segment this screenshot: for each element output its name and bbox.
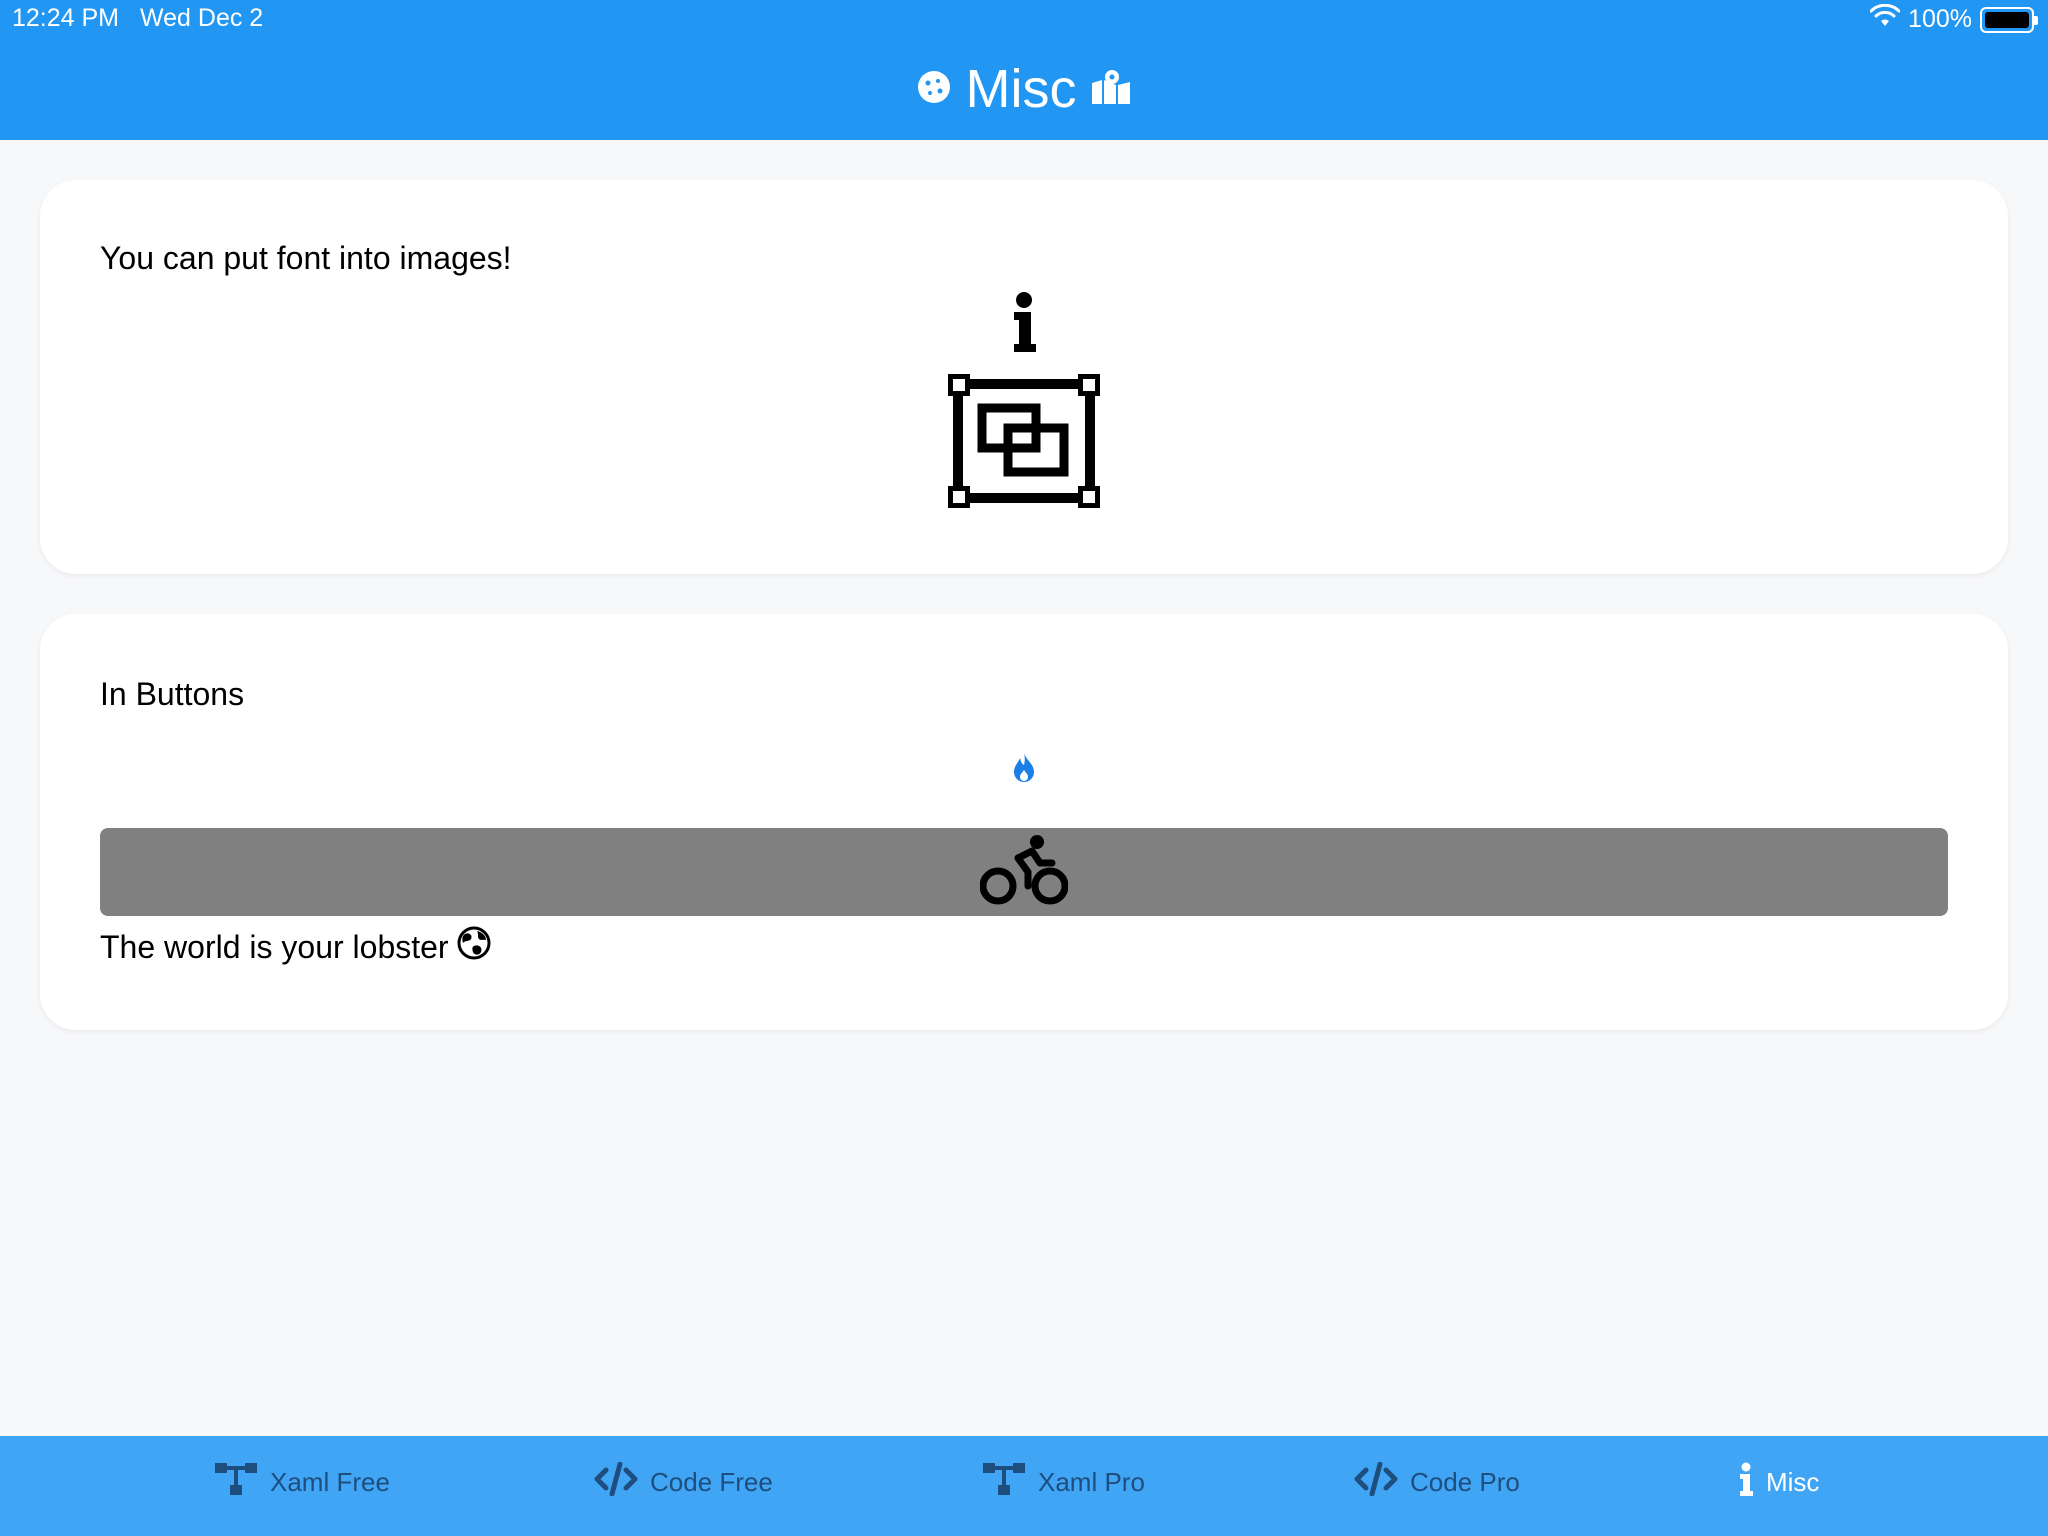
tab-xaml-free[interactable]: Xaml Free xyxy=(214,1462,390,1503)
lobster-text: The world is your lobster xyxy=(100,928,449,965)
bicycle-button[interactable] xyxy=(100,828,1948,916)
tab-code-free[interactable]: Code Free xyxy=(594,1461,773,1503)
globe-icon xyxy=(457,926,491,968)
fire-button[interactable] xyxy=(1012,752,1036,789)
cookie-icon xyxy=(916,69,952,110)
status-right: 100% xyxy=(1869,3,2038,35)
code-icon xyxy=(1354,1461,1398,1503)
object-group-image-row xyxy=(40,374,2008,513)
sitemap-icon xyxy=(214,1462,258,1503)
header: 12:24 PM Wed Dec 2 100% Misc xyxy=(0,0,2048,140)
info-icon xyxy=(1738,1462,1754,1503)
tab-label: Xaml Pro xyxy=(1038,1467,1145,1497)
fire-icon xyxy=(1014,753,1034,782)
tab-xaml-pro[interactable]: Xaml Pro xyxy=(982,1462,1145,1503)
images-card-text: You can put font into images! xyxy=(100,240,512,276)
fire-button-row xyxy=(40,752,2008,789)
title-group: Misc xyxy=(0,58,2048,120)
bicycle-icon xyxy=(979,834,1069,911)
code-icon xyxy=(594,1461,638,1503)
info-icon xyxy=(1011,292,1037,359)
status-time: 12:24 PM xyxy=(12,4,120,32)
tab-bar: Xaml Free Code Free Xaml Pro Code Pro Mi… xyxy=(0,1436,2048,1536)
images-card: You can put font into images! xyxy=(40,180,2008,574)
tab-misc[interactable]: Misc xyxy=(1738,1462,1819,1503)
map-marked-icon xyxy=(1090,69,1132,110)
info-image-row xyxy=(40,292,2008,359)
tab-label: Xaml Free xyxy=(270,1467,390,1497)
lobster-line: The world is your lobster xyxy=(100,926,491,968)
page-title: Misc xyxy=(965,59,1077,119)
status-date: Wed Dec 2 xyxy=(140,4,264,32)
battery-percent: 100% xyxy=(1908,5,1972,33)
battery-icon xyxy=(1980,6,2038,33)
tab-label: Code Pro xyxy=(1410,1467,1520,1497)
tab-code-pro[interactable]: Code Pro xyxy=(1354,1461,1520,1503)
tab-label: Code Free xyxy=(650,1467,773,1497)
wifi-icon xyxy=(1869,3,1901,35)
object-group-icon xyxy=(948,374,1100,513)
sitemap-icon xyxy=(982,1462,1026,1503)
buttons-card-heading: In Buttons xyxy=(100,676,245,712)
buttons-card: In Buttons The world is your lobster xyxy=(40,614,2008,1030)
app-root: 12:24 PM Wed Dec 2 100% Misc You can put… xyxy=(0,0,2048,1536)
tab-label: Misc xyxy=(1766,1467,1820,1497)
